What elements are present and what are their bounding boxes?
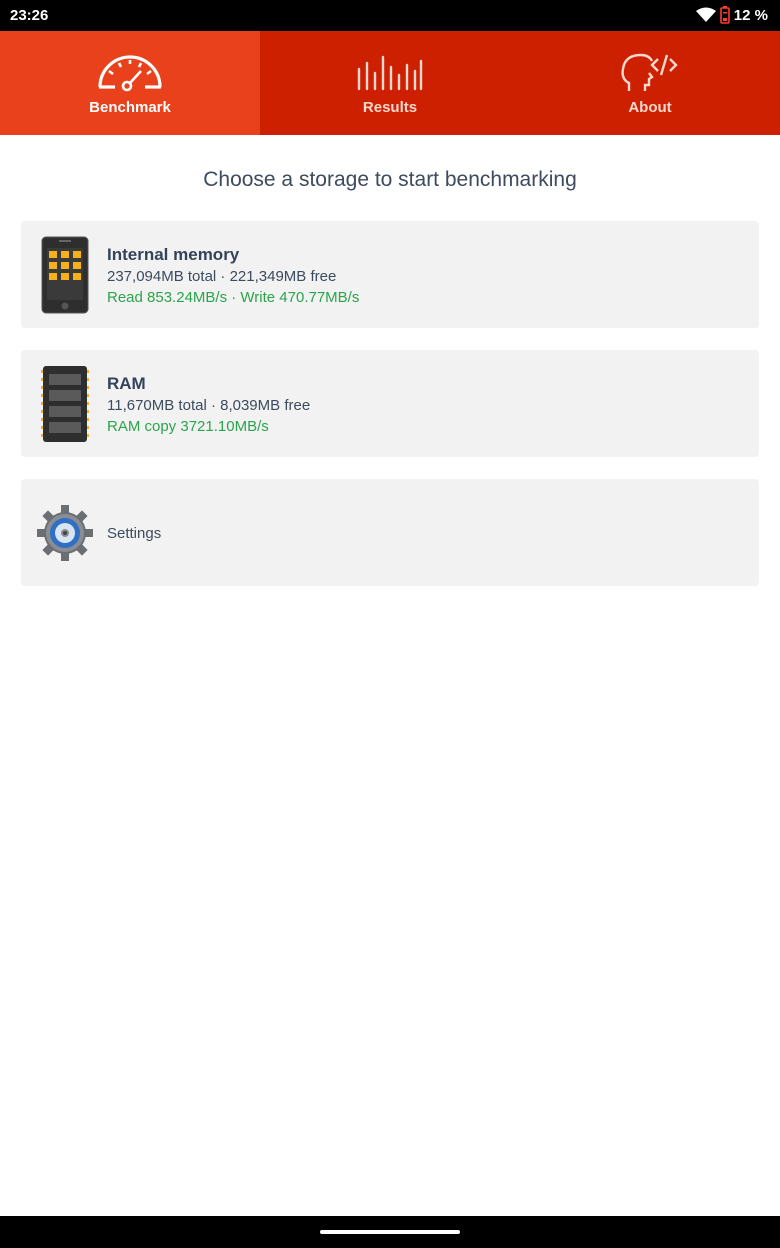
head-code-icon (621, 53, 678, 91)
battery-low-icon (719, 6, 730, 24)
tab-label: Results (362, 99, 418, 116)
storage-card-internal-memory[interactable]: Internal memory 237,094MB total · 221,34… (21, 221, 759, 328)
settings-label: Settings (107, 525, 162, 542)
tab-about[interactable]: About (520, 31, 780, 135)
tab-label: Benchmark (89, 99, 171, 116)
tab-results[interactable]: Results (260, 31, 520, 135)
wifi-icon (695, 7, 716, 22)
storage-title: RAM (107, 374, 146, 393)
gear-icon (37, 505, 93, 561)
page-heading: Choose a storage to start benchmarking (203, 168, 577, 191)
speedometer-icon (98, 55, 162, 92)
tab-benchmark[interactable]: Benchmark (0, 31, 260, 135)
tab-bar: Benchmark Results About (0, 31, 780, 135)
home-gesture-handle[interactable] (320, 1230, 460, 1234)
tab-label: About (628, 99, 672, 116)
bars-icon (357, 55, 423, 91)
status-time: 23:26 (10, 7, 49, 24)
phone-icon (41, 236, 89, 314)
system-navigation-bar (0, 1216, 780, 1248)
status-bar: 23:26 12 % (0, 0, 780, 31)
storage-title: Internal memory (107, 245, 240, 264)
ram-chip-icon (41, 366, 89, 442)
storage-subtitle: 237,094MB total · 221,349MB free (107, 268, 337, 285)
settings-card[interactable]: Settings (21, 479, 759, 586)
status-right: 12 % (695, 5, 768, 25)
storage-subtitle: 11,670MB total · 8,039MB free (107, 397, 311, 414)
storage-speed: RAM copy 3721.10MB/s (107, 418, 269, 435)
storage-speed: Read 853.24MB/s · Write 470.77MB/s (107, 289, 360, 306)
battery-percent: 12 % (733, 6, 768, 24)
storage-card-ram[interactable]: RAM 11,670MB total · 8,039MB free RAM co… (21, 350, 759, 457)
